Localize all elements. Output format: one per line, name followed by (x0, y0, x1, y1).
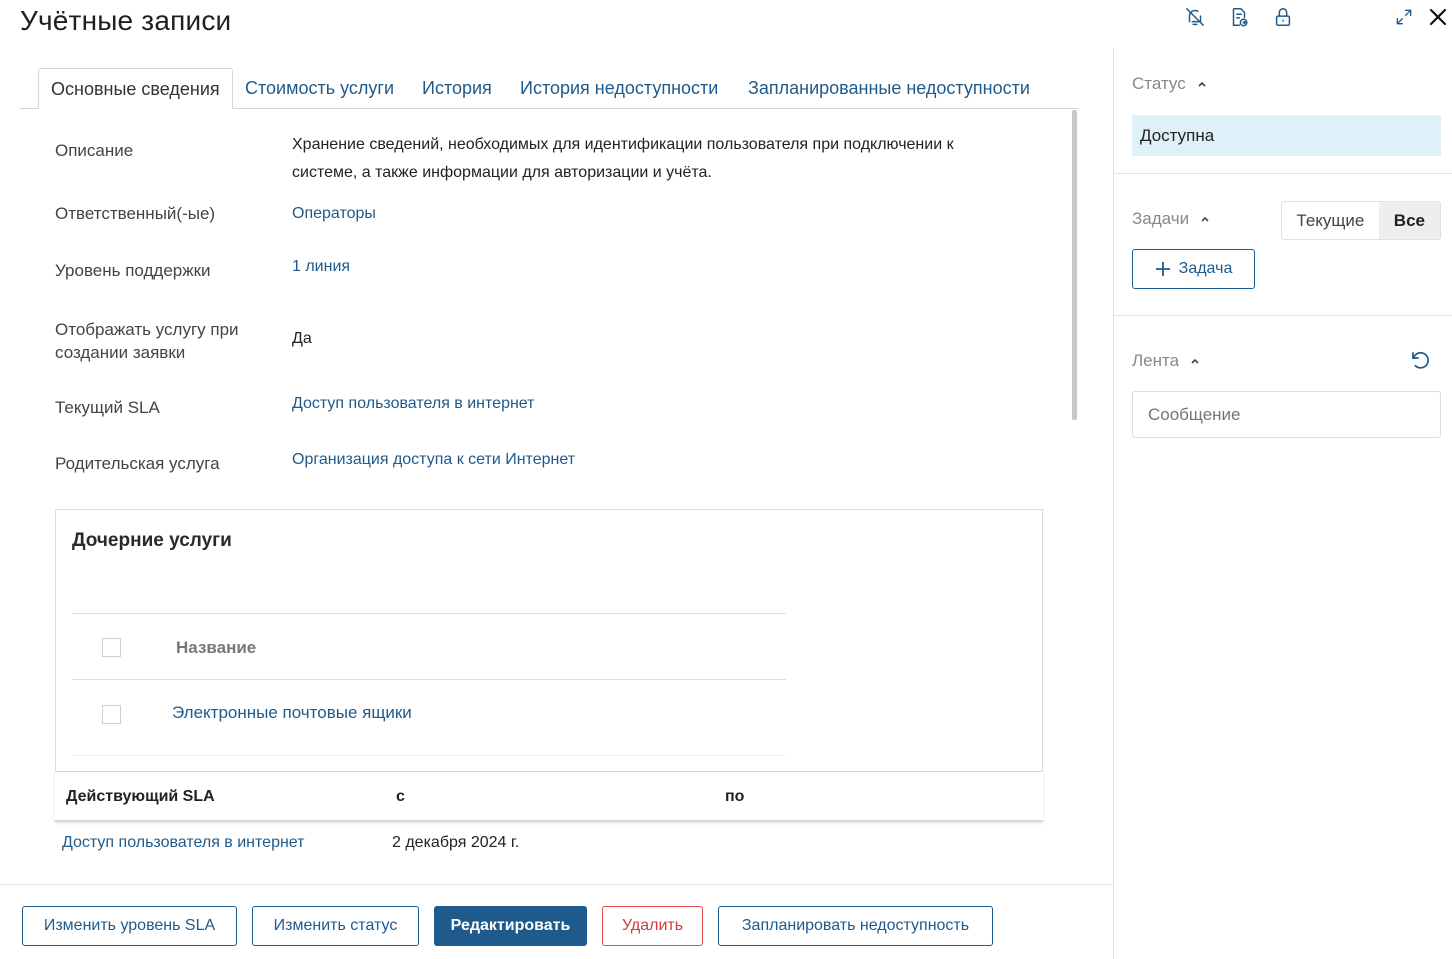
description-row: Описание (55, 141, 133, 161)
col-to: по (725, 788, 745, 805)
change-sla-button[interactable]: Изменить уровень SLA (22, 906, 237, 946)
tab-bar: Основные сведения Стоимость услуги Истор… (20, 68, 1078, 109)
bell-off-icon[interactable] (1181, 4, 1209, 30)
sidebar: Статус Доступна Задачи Текущие Все Задач… (1113, 48, 1452, 959)
responsible-link[interactable]: Операторы (292, 205, 376, 223)
support-level-label: Уровень поддержки (55, 261, 211, 280)
child-services-panel: Дочерние услуги Название Электронные поч… (55, 509, 1043, 772)
chevron-up-icon (1191, 358, 1199, 364)
tab-service-cost[interactable]: Стоимость услуги (245, 68, 394, 109)
refresh-icon[interactable] (1408, 348, 1434, 374)
divider (1114, 173, 1452, 174)
status-section-toggle[interactable]: Статус (1132, 74, 1208, 94)
message-input[interactable] (1132, 391, 1441, 438)
divider (72, 679, 786, 680)
tab-unavailability-history[interactable]: История недоступности (520, 68, 718, 109)
description-value: Хранение сведений, необходимых для идент… (292, 136, 954, 181)
select-all-checkbox[interactable] (102, 638, 121, 657)
edit-button[interactable]: Редактировать (434, 906, 587, 946)
feed-section-toggle[interactable]: Лента (1132, 351, 1201, 371)
window-toolbar (1180, 4, 1452, 32)
show-service-label: Отображать услугу при создании заявки (55, 320, 239, 362)
child-service-link[interactable]: Электронные почтовые ящики (172, 703, 412, 723)
sla-row-from: 2 декабря 2024 г. (392, 834, 520, 851)
page-title: Учётные записи (20, 5, 232, 36)
schedule-unavailability-button[interactable]: Запланировать недоступность (718, 906, 993, 946)
divider (72, 755, 786, 756)
row-checkbox[interactable] (102, 705, 121, 724)
chevron-up-icon (1201, 216, 1209, 222)
col-from: с (396, 788, 405, 805)
tab-scheduled-unavailability[interactable]: Запланированные недоступности (748, 68, 1030, 109)
current-sla-label: Текущий SLA (55, 398, 160, 417)
tasks-section-toggle[interactable]: Задачи (1132, 209, 1211, 229)
child-services-title: Дочерние услуги (72, 530, 232, 551)
chevron-up-icon (1198, 81, 1206, 87)
divider (72, 613, 786, 614)
document-share-icon[interactable] (1225, 4, 1253, 30)
description-label: Описание (55, 141, 134, 160)
column-header-name: Название (176, 638, 257, 657)
status-value[interactable]: Доступна (1132, 115, 1441, 156)
sla-table-header: Действующий SLA с по (55, 772, 1043, 822)
lock-icon[interactable] (1269, 4, 1297, 30)
responsible-label: Ответственный(-ые) (55, 204, 216, 223)
change-status-button[interactable]: Изменить статус (252, 906, 419, 946)
add-task-button[interactable]: Задача (1132, 249, 1255, 289)
tab-basic-info[interactable]: Основные сведения (38, 68, 233, 109)
main-content: Описание Хранение сведений, необходимых … (20, 109, 1078, 869)
filter-all[interactable]: Все (1378, 202, 1440, 239)
current-sla-link[interactable]: Доступ пользователя в интернет (292, 395, 535, 413)
divider (1114, 315, 1452, 316)
expand-icon[interactable] (1390, 4, 1418, 30)
action-bar: Изменить уровень SLA Изменить статус Ред… (0, 884, 1113, 959)
plus-icon (1155, 262, 1170, 276)
col-sla: Действующий SLA (66, 788, 215, 805)
delete-button[interactable]: Удалить (602, 906, 703, 946)
support-level-link[interactable]: 1 линия (292, 258, 350, 276)
tab-history[interactable]: История (422, 68, 492, 109)
close-icon[interactable] (1424, 4, 1452, 30)
tasks-filter: Текущие Все (1281, 201, 1441, 240)
show-service-value: Да (292, 330, 312, 347)
parent-service-link[interactable]: Организация доступа к сети Интернет (292, 451, 575, 469)
filter-current[interactable]: Текущие (1282, 202, 1379, 239)
parent-service-label: Родительская услуга (55, 454, 220, 473)
sla-row-link[interactable]: Доступ пользователя в интернет (62, 834, 305, 852)
